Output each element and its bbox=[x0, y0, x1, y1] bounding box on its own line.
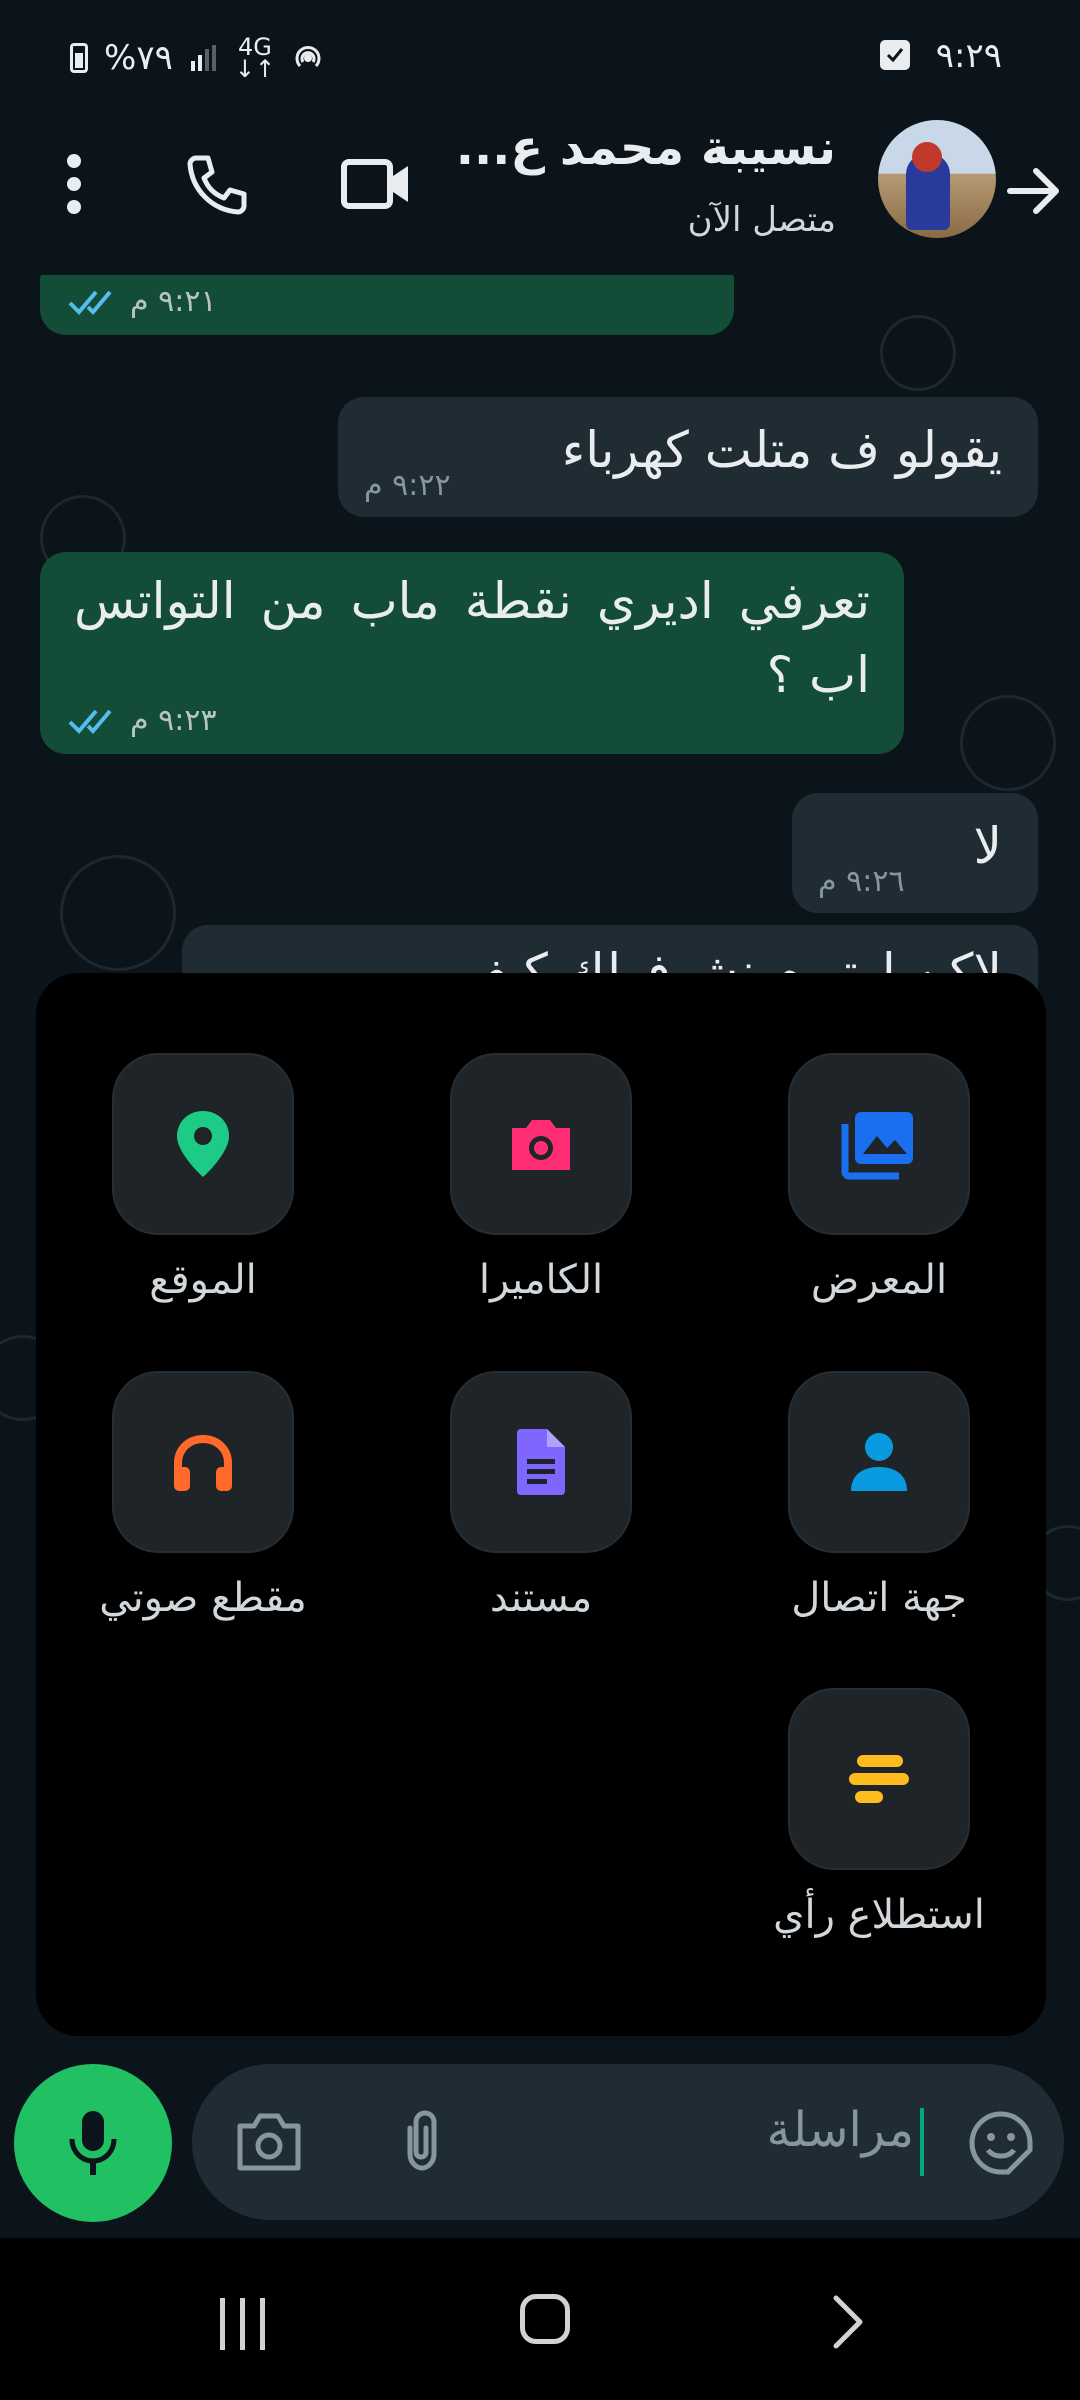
read-receipt-icon bbox=[68, 290, 112, 315]
document-button[interactable] bbox=[450, 1371, 632, 1553]
paperclip-icon[interactable] bbox=[388, 2108, 454, 2174]
more-options-button[interactable] bbox=[34, 144, 114, 224]
message-time: ٩:٢٣ م bbox=[130, 703, 217, 738]
attachment-panel: المعرض الكاميرا الموقع جهة اتصال مستند م… bbox=[36, 973, 1046, 2036]
battery-icon bbox=[70, 43, 88, 73]
nav-back-icon[interactable] bbox=[828, 2294, 868, 2350]
camera-label: الكاميرا bbox=[478, 1257, 604, 1303]
poll-label: استطلاع رأي bbox=[773, 1892, 985, 1938]
gallery-button[interactable] bbox=[788, 1053, 970, 1235]
attach-gallery[interactable]: المعرض bbox=[754, 1053, 1004, 1303]
system-nav-bar bbox=[0, 2238, 1080, 2400]
camera-icon[interactable] bbox=[234, 2108, 304, 2174]
contact-status: متصل الآن bbox=[687, 200, 836, 240]
camera-icon bbox=[512, 1120, 570, 1170]
gallery-icon bbox=[841, 1112, 913, 1180]
message-outgoing[interactable]: ٩:٢١ م bbox=[40, 275, 734, 335]
message-input-bar: مراسلة bbox=[192, 2064, 1064, 2220]
message-text: تعرفي اديري نقطة ماب من التواتس اب ؟ bbox=[74, 572, 870, 704]
sticker-emoji-icon[interactable] bbox=[968, 2110, 1034, 2176]
battery-percent: %٧٩ bbox=[104, 38, 173, 78]
message-time: ٩:٢٢ م bbox=[364, 468, 451, 503]
message-meta: ٩:٢٣ م bbox=[68, 703, 217, 738]
contact-button[interactable] bbox=[788, 1371, 970, 1553]
contact-person-icon bbox=[851, 1433, 907, 1491]
contact-name[interactable]: نسيبة محمد ع... bbox=[456, 120, 836, 176]
status-left-group: %٧٩ 4G ↓↑ bbox=[70, 33, 325, 83]
document-icon bbox=[517, 1429, 565, 1495]
location-label: الموقع bbox=[149, 1257, 257, 1303]
message-incoming[interactable]: لا ٩:٢٦ م bbox=[792, 793, 1038, 913]
text-caret bbox=[920, 2108, 924, 2176]
chat-header: نسيبة محمد ع... متصل الآن bbox=[0, 120, 1080, 275]
read-receipt-icon bbox=[68, 709, 112, 734]
camera-button[interactable] bbox=[450, 1053, 632, 1235]
contact-label: جهة اتصال bbox=[791, 1575, 967, 1621]
attach-document[interactable]: مستند bbox=[416, 1371, 666, 1621]
attach-audio[interactable]: مقطع صوتي bbox=[78, 1371, 328, 1621]
message-input[interactable]: مراسلة bbox=[767, 2102, 914, 2158]
gallery-label: المعرض bbox=[810, 1257, 948, 1303]
voice-call-button[interactable] bbox=[176, 144, 256, 224]
kebab-menu-icon bbox=[67, 154, 81, 214]
message-incoming[interactable]: يقولو ف متلت كهرباء ٩:٢٢ م bbox=[338, 397, 1038, 517]
video-camera-icon bbox=[341, 159, 408, 209]
microphone-icon bbox=[69, 2111, 117, 2175]
wallpaper-doodle bbox=[960, 695, 1056, 791]
poll-icon bbox=[849, 1755, 909, 1803]
wallpaper-doodle bbox=[60, 855, 176, 971]
headphones-icon bbox=[174, 1434, 232, 1491]
notification-check-icon bbox=[880, 40, 910, 70]
document-label: مستند bbox=[489, 1575, 593, 1621]
status-time: ٩:٢٩ bbox=[935, 36, 1002, 76]
video-call-button[interactable] bbox=[336, 144, 416, 224]
poll-button[interactable] bbox=[788, 1688, 970, 1870]
location-button[interactable] bbox=[112, 1053, 294, 1235]
back-arrow-icon[interactable] bbox=[1000, 158, 1066, 224]
audio-label: مقطع صوتي bbox=[99, 1575, 307, 1621]
message-text: لا bbox=[973, 817, 1002, 875]
message-text: يقولو ف متلت كهرباء bbox=[561, 421, 1002, 479]
message-meta: ٩:٢١ م bbox=[68, 284, 217, 319]
attach-contact[interactable]: جهة اتصال bbox=[754, 1371, 1004, 1621]
home-button-icon[interactable] bbox=[520, 2294, 570, 2344]
signal-icon bbox=[190, 45, 216, 71]
network-type: 4G ↓↑ bbox=[234, 33, 276, 83]
attach-poll[interactable]: استطلاع رأي bbox=[754, 1688, 1004, 1938]
contact-avatar[interactable] bbox=[878, 120, 996, 238]
attach-location[interactable]: الموقع bbox=[78, 1053, 328, 1303]
message-outgoing[interactable]: تعرفي اديري نقطة ماب من التواتس اب ؟ ٩:٢… bbox=[40, 552, 904, 754]
wallpaper-doodle bbox=[880, 315, 956, 391]
location-pin-icon bbox=[177, 1111, 229, 1177]
audio-button[interactable] bbox=[112, 1371, 294, 1553]
phone-icon bbox=[187, 155, 247, 215]
avatar-face bbox=[912, 142, 942, 172]
message-time: ٩:٢١ م bbox=[130, 284, 217, 319]
hotspot-icon bbox=[295, 46, 321, 68]
recent-apps-icon[interactable] bbox=[216, 2296, 270, 2352]
status-bar: %٧٩ 4G ↓↑ ٩:٢٩ bbox=[0, 0, 1080, 120]
message-time: ٩:٢٦ م bbox=[818, 864, 905, 899]
voice-record-button[interactable] bbox=[14, 2064, 172, 2222]
attach-camera[interactable]: الكاميرا bbox=[416, 1053, 666, 1303]
